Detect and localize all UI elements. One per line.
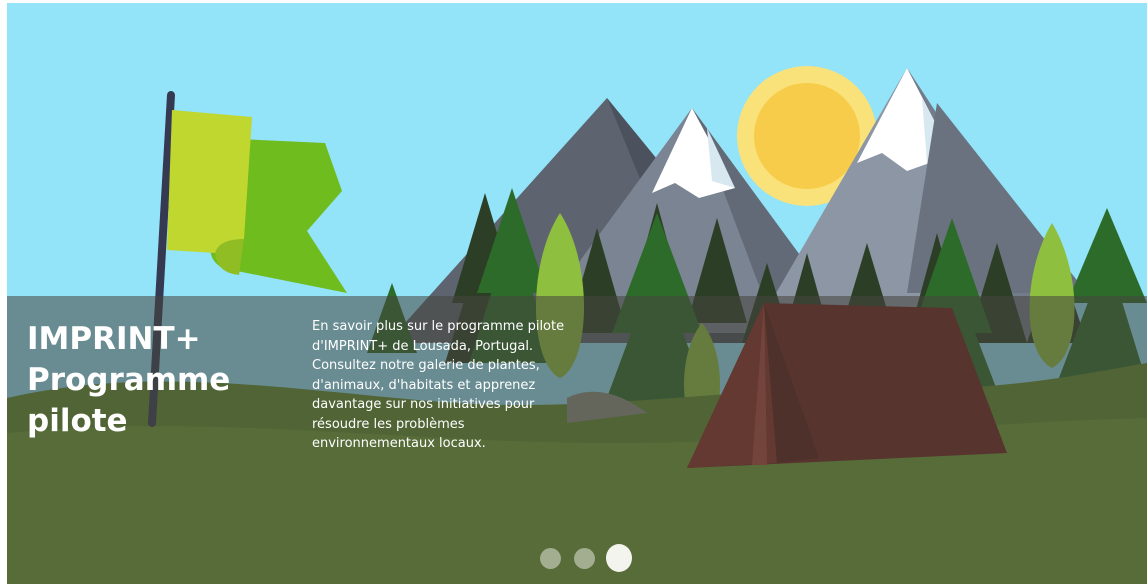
hero-banner: IMPRINT+ Programme pilote En savoir plus… <box>7 3 1147 584</box>
carousel-dot-2[interactable] <box>574 548 595 569</box>
title-line-3: pilote <box>27 403 128 439</box>
title-line-2: Programme <box>27 362 231 398</box>
carousel-dot-3-active[interactable] <box>606 544 632 572</box>
carousel-pagination <box>537 543 637 575</box>
hero-description: En savoir plus sur le programme pilote d… <box>312 319 565 451</box>
carousel-dot-1[interactable] <box>540 548 561 569</box>
title-line-1: IMPRINT+ <box>27 321 201 357</box>
page-title: IMPRINT+ Programme pilote <box>27 319 277 442</box>
